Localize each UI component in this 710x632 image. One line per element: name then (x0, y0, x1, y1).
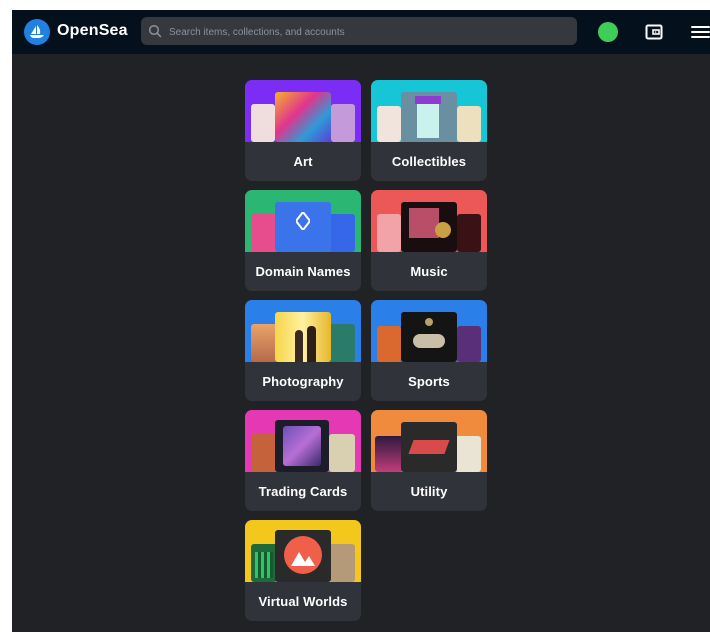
category-banner (245, 300, 361, 362)
category-banner (245, 410, 361, 472)
app-window: OpenSea Art (12, 10, 710, 632)
category-label: Utility (410, 484, 448, 499)
category-label: Sports (408, 374, 450, 389)
banner-image (331, 104, 355, 142)
banner-image (275, 312, 331, 362)
banner-image (329, 544, 355, 582)
category-banner (371, 410, 487, 472)
banner-image (457, 214, 481, 252)
banner-image (457, 106, 481, 142)
banner-image (329, 434, 355, 472)
category-label: Music (410, 264, 448, 279)
banner-image (329, 324, 355, 362)
banner-image (375, 436, 403, 472)
banner-image (251, 214, 277, 252)
banner-image (275, 92, 331, 142)
banner-image (377, 106, 401, 142)
avatar[interactable] (598, 22, 618, 42)
category-banner (245, 190, 361, 252)
banner-image (275, 420, 329, 472)
banner-image (401, 312, 457, 362)
category-card-virtual-worlds[interactable]: Virtual Worlds (245, 520, 361, 621)
category-banner (371, 300, 487, 362)
category-card-sports[interactable]: Sports (371, 300, 487, 401)
category-card-trading-cards[interactable]: Trading Cards (245, 410, 361, 511)
banner-image (251, 104, 275, 142)
banner-image (251, 544, 277, 582)
banner-image (401, 202, 457, 252)
category-label: Virtual Worlds (258, 594, 348, 609)
category-label: Collectibles (391, 154, 467, 169)
category-banner (371, 190, 487, 252)
banner-image (457, 326, 481, 362)
menu-icon[interactable] (691, 23, 710, 41)
category-label: Photography (262, 374, 344, 389)
wallet-icon[interactable] (644, 22, 664, 42)
banner-image (377, 326, 401, 362)
category-banner (371, 80, 487, 142)
search-bar[interactable] (141, 17, 577, 47)
banner-image (329, 214, 355, 252)
category-card-music[interactable]: Music (371, 190, 487, 291)
category-label: Trading Cards (258, 484, 348, 499)
banner-image (377, 214, 401, 252)
search-icon (148, 24, 162, 38)
banner-image (401, 92, 457, 142)
category-card-photography[interactable]: Photography (245, 300, 361, 401)
banner-image (275, 530, 331, 582)
category-banner (245, 80, 361, 142)
brand-name[interactable]: OpenSea (57, 22, 128, 40)
category-card-utility[interactable]: Utility (371, 410, 487, 511)
banner-image (251, 434, 277, 472)
navbar: OpenSea (12, 10, 710, 54)
category-card-art[interactable]: Art (245, 80, 361, 181)
category-card-collectibles[interactable]: Collectibles (371, 80, 487, 181)
search-input[interactable] (167, 17, 571, 47)
category-banner (245, 520, 361, 582)
banner-image (275, 202, 331, 252)
banner-image (251, 324, 277, 362)
opensea-logo-icon[interactable] (24, 19, 50, 45)
category-label: Art (293, 154, 313, 169)
banner-image (401, 422, 457, 472)
category-label: Domain Names (255, 264, 351, 279)
category-card-domain-names[interactable]: Domain Names (245, 190, 361, 291)
banner-image (455, 436, 481, 472)
